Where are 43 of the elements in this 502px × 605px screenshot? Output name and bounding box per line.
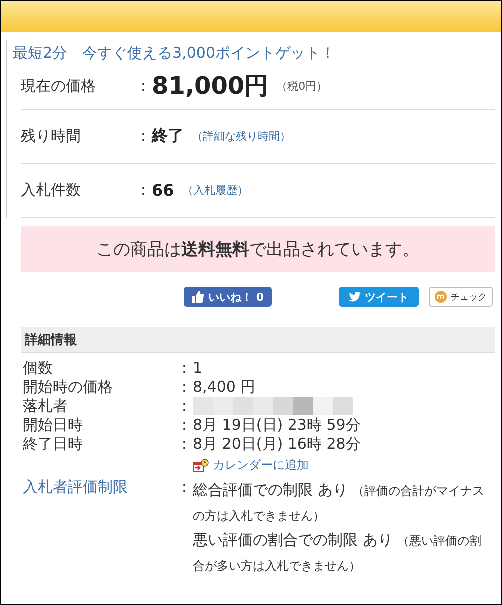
thumbs-up-icon <box>192 291 204 303</box>
field-value: 1 <box>193 359 204 378</box>
colon: ： <box>177 359 192 377</box>
field-label: 残り時間 <box>21 127 82 146</box>
detail-link[interactable]: （入札履歴） <box>182 183 248 198</box>
field-value: 8月 20日(月) 16時 28分 <box>193 435 362 454</box>
colon: ： <box>177 397 192 415</box>
section-header: 詳細情報 <box>21 327 495 353</box>
field-label: 開始日時 <box>23 416 83 434</box>
field-value: 終了 <box>152 126 184 147</box>
tweet-button[interactable]: ツイート <box>339 287 419 307</box>
field-value: 8月 19日(日) 23時 59分 <box>193 416 362 435</box>
field-label: 終了日時 <box>23 435 83 453</box>
field-label: 落札者 <box>23 397 68 415</box>
free-shipping-notice: この商品は送料無料で出品されています。 <box>21 226 495 272</box>
field-label: 現在の価格 <box>21 76 97 96</box>
bird-icon <box>349 292 361 302</box>
restriction-text: 総合評価での制限 あり （評価の合計がマイナスの方は入札できません） <box>193 480 486 525</box>
restriction-text: 悪い評価の割合での制限 あり （悪い評価の割合が多い方は入札できません） <box>193 530 483 575</box>
field-value: 8,400 円 <box>193 378 257 397</box>
field-label: 個数 <box>23 359 53 377</box>
current-price: 81,000円 <box>152 71 269 102</box>
calendar-icon <box>193 458 209 472</box>
field-value: 66 <box>152 181 174 200</box>
add-to-calendar-link[interactable]: カレンダーに追加 <box>213 456 309 475</box>
field-label: 入札件数 <box>21 181 82 200</box>
colon: ： <box>136 127 152 146</box>
like-button[interactable]: いいね！ 0 <box>184 287 272 307</box>
check-button[interactable]: チェック <box>429 287 493 307</box>
colon: ： <box>177 478 192 496</box>
field-label: 開始時の価格 <box>23 378 113 396</box>
colon: ： <box>177 435 192 453</box>
colon: ： <box>177 378 192 396</box>
like-count: 0 <box>256 290 264 304</box>
colon: ： <box>177 416 192 434</box>
m-logo-icon <box>435 291 447 303</box>
colon: ： <box>136 181 152 200</box>
promo-link[interactable]: 最短2分 今すぐ使える3,000ポイントゲット！ <box>13 44 336 62</box>
like-label: いいね！ <box>208 290 252 304</box>
colon: ： <box>136 76 152 96</box>
detail-link[interactable]: （詳細な残り時間） <box>192 129 291 144</box>
field-label-link[interactable]: 入札者評価制限 <box>23 478 128 496</box>
tax-note: （税0円） <box>276 78 328 94</box>
